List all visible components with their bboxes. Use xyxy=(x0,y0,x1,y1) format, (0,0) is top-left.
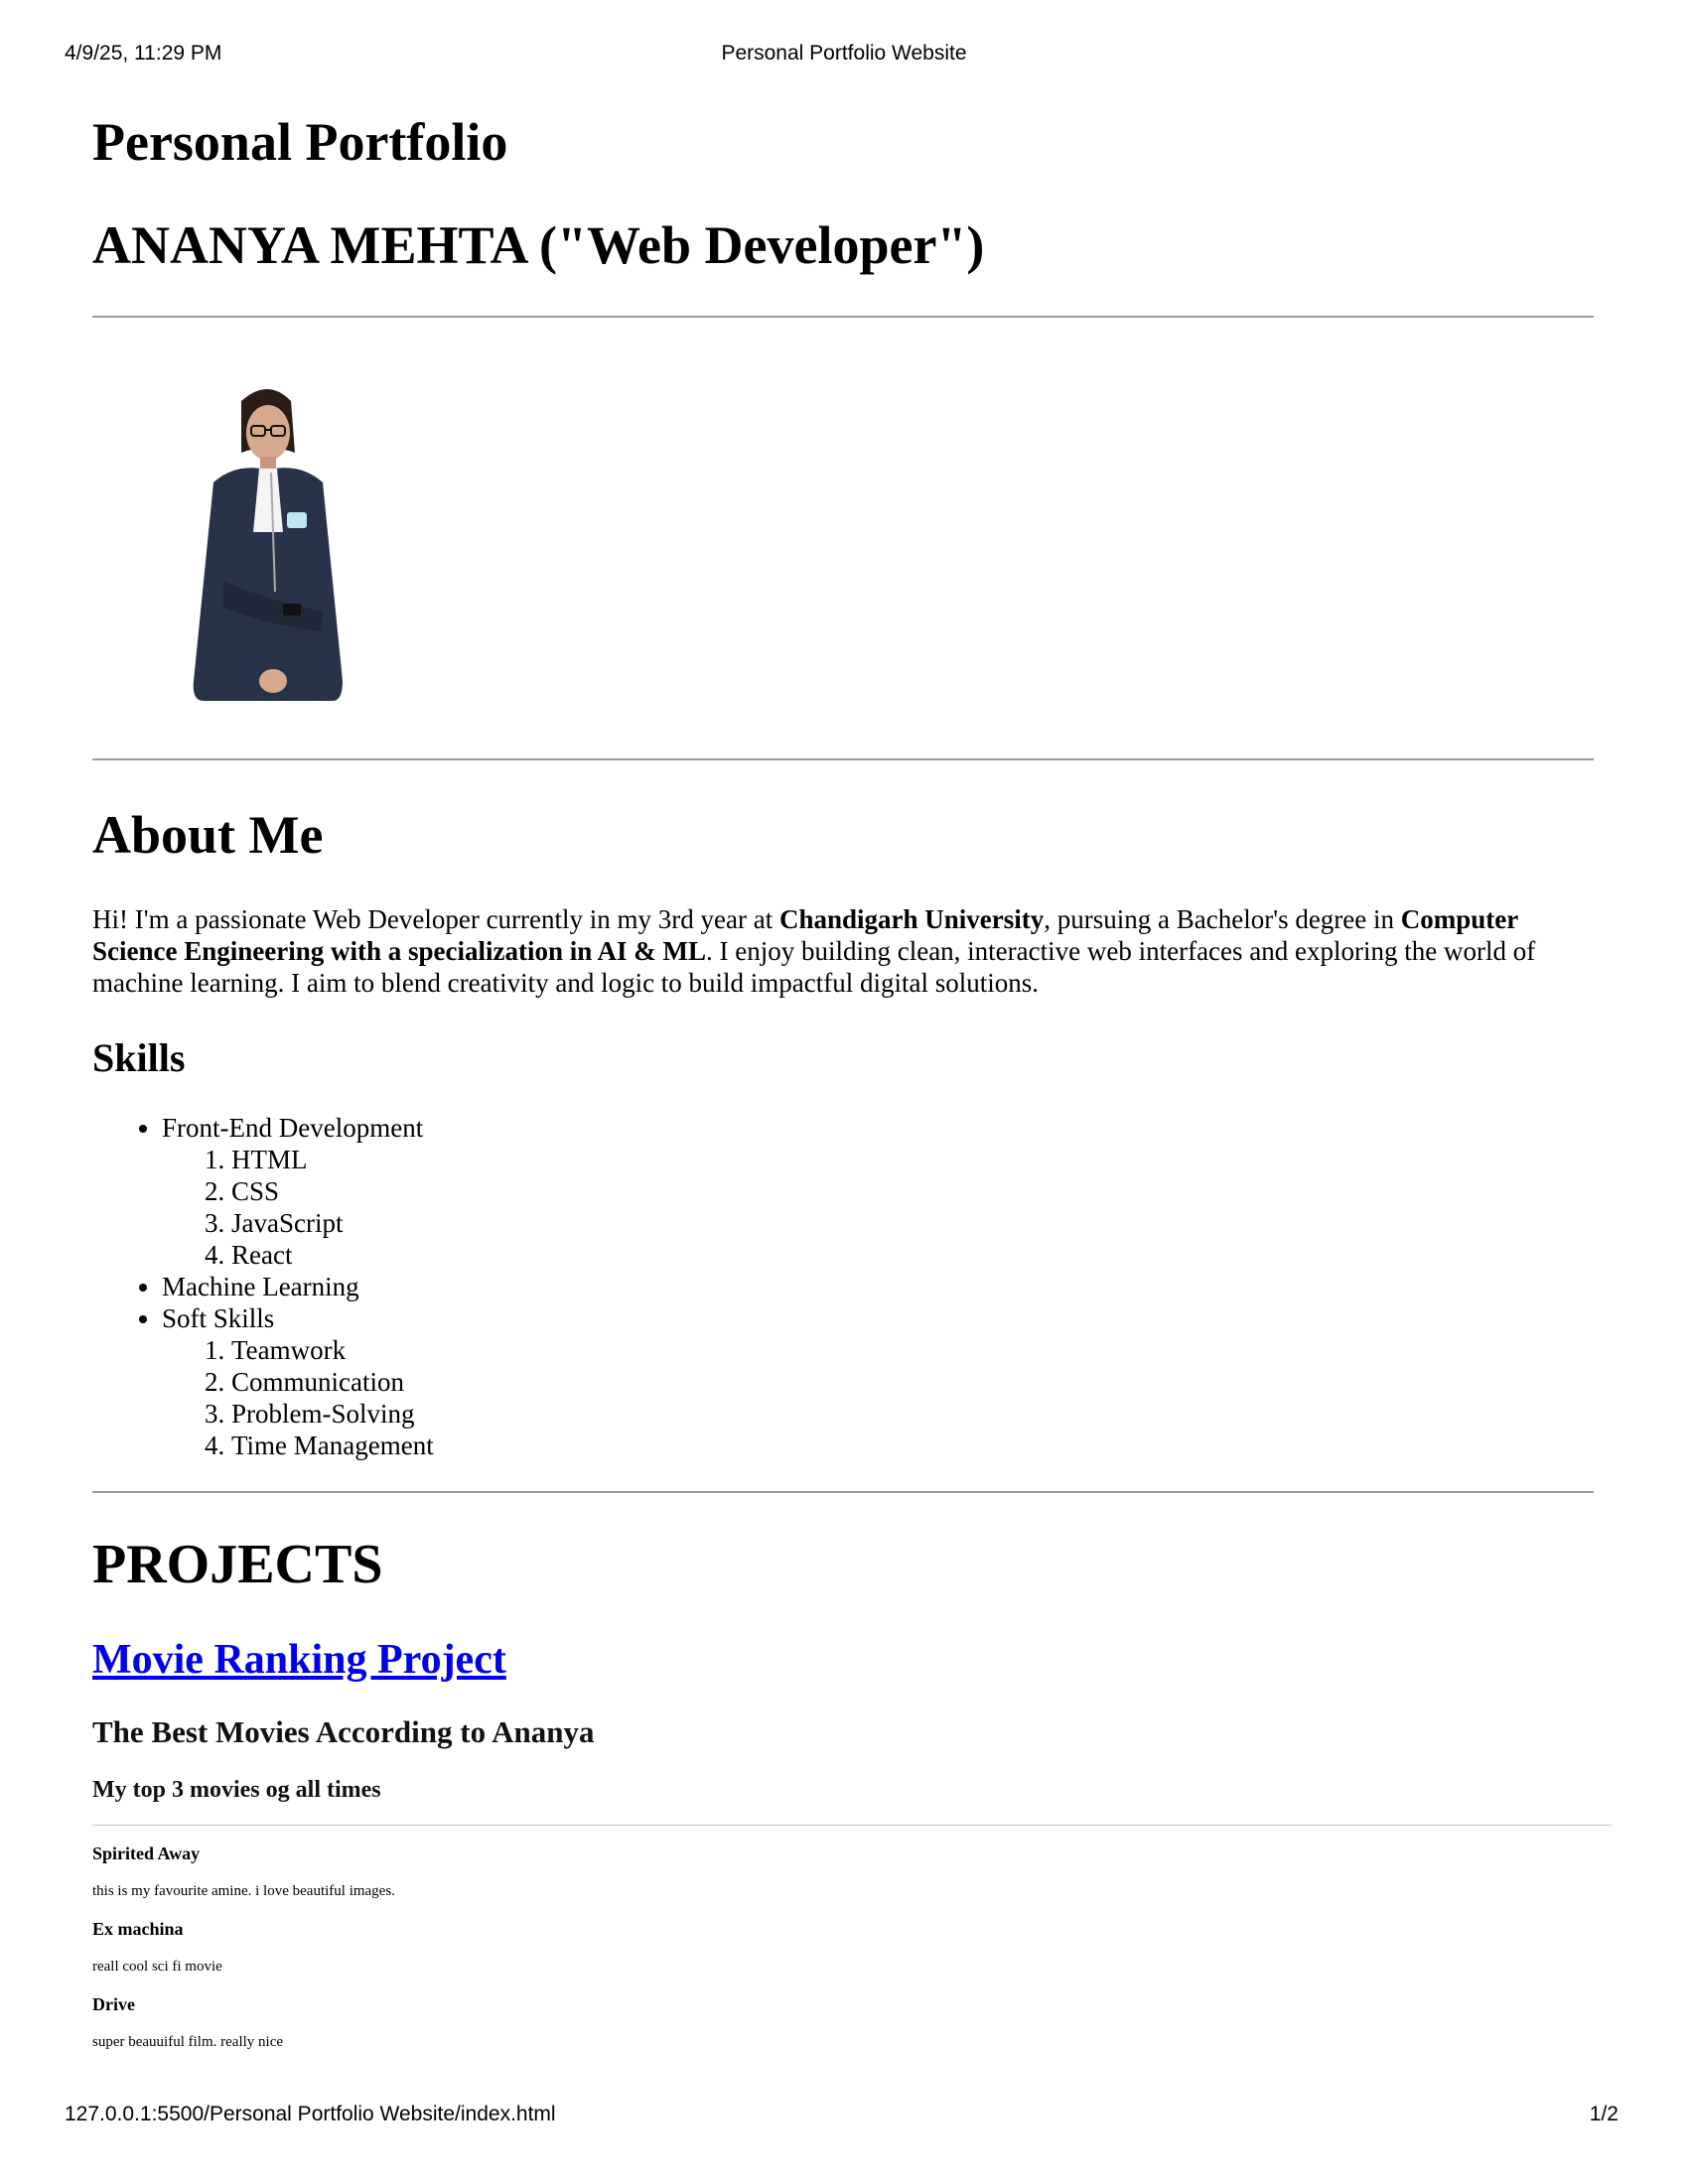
print-header: 4/9/25, 11:29 PM Personal Portfolio Webs… xyxy=(0,42,1688,71)
divider xyxy=(92,316,1594,318)
skill-item: JavaScript xyxy=(231,1207,1594,1239)
skill-item: Communication xyxy=(231,1366,1594,1398)
movie-description: this is my favourite amine. i love beaut… xyxy=(92,1883,395,1899)
profile-photo-container xyxy=(92,383,1594,721)
project-embed: The Best Movies According to Ananya My t… xyxy=(92,1713,1612,2052)
skill-item: CSS xyxy=(231,1175,1594,1207)
page-title: Personal Portfolio xyxy=(92,112,508,172)
skill-item: Teamwork xyxy=(231,1334,1594,1366)
skill-item: Time Management xyxy=(231,1430,1594,1461)
university-name: Chandigarh University xyxy=(778,904,1045,934)
skill-sublist: Teamwork Communication Problem-Solving T… xyxy=(162,1334,1594,1461)
movie-title: Spirited Away xyxy=(92,1843,201,1863)
skill-sublist: HTML CSS JavaScript React xyxy=(162,1144,1594,1271)
divider xyxy=(92,1491,1594,1493)
profile-photo xyxy=(193,389,343,701)
movie-title: Ex machina xyxy=(92,1919,184,1939)
skill-group: Front-End Development HTML CSS JavaScrip… xyxy=(162,1112,1594,1271)
movie-title: Drive xyxy=(92,1994,135,2014)
skill-group: Soft Skills Teamwork Communication Probl… xyxy=(162,1302,1594,1461)
print-page-title: Personal Portfolio Website xyxy=(721,42,967,65)
print-page-number: 1/2 xyxy=(1589,2103,1618,2125)
skill-group: Machine Learning xyxy=(162,1271,1594,1302)
embed-subtitle: My top 3 movies og all times xyxy=(92,1777,381,1803)
movie-description: super beauuiful film. really nice xyxy=(92,2034,284,2050)
movie-description: reall cool sci fi movie xyxy=(92,1959,222,1975)
name-heading: ANANYA MEHTA ("Web Developer") xyxy=(92,215,985,275)
movie-ranking-project-link[interactable]: Movie Ranking Project xyxy=(92,1636,506,1684)
skill-item: React xyxy=(231,1239,1594,1271)
skill-item: HTML xyxy=(231,1144,1594,1175)
divider xyxy=(92,758,1594,760)
about-heading: About Me xyxy=(92,805,324,865)
print-url: 127.0.0.1:5500/Personal Portfolio Websit… xyxy=(65,2103,556,2125)
embed-divider xyxy=(92,1825,1612,1826)
skill-item: Problem-Solving xyxy=(231,1398,1594,1430)
skills-list: Front-End Development HTML CSS JavaScrip… xyxy=(92,1112,1594,1461)
projects-heading: PROJECTS xyxy=(92,1534,383,1595)
page-content: Personal Portfolio ANANYA MEHTA ("Web De… xyxy=(92,111,1612,2052)
skills-heading: Skills xyxy=(92,1035,186,1080)
about-paragraph: Hi! I'm a passionate Web Developer curre… xyxy=(92,904,1536,998)
embed-title: The Best Movies According to Ananya xyxy=(92,1714,595,1749)
